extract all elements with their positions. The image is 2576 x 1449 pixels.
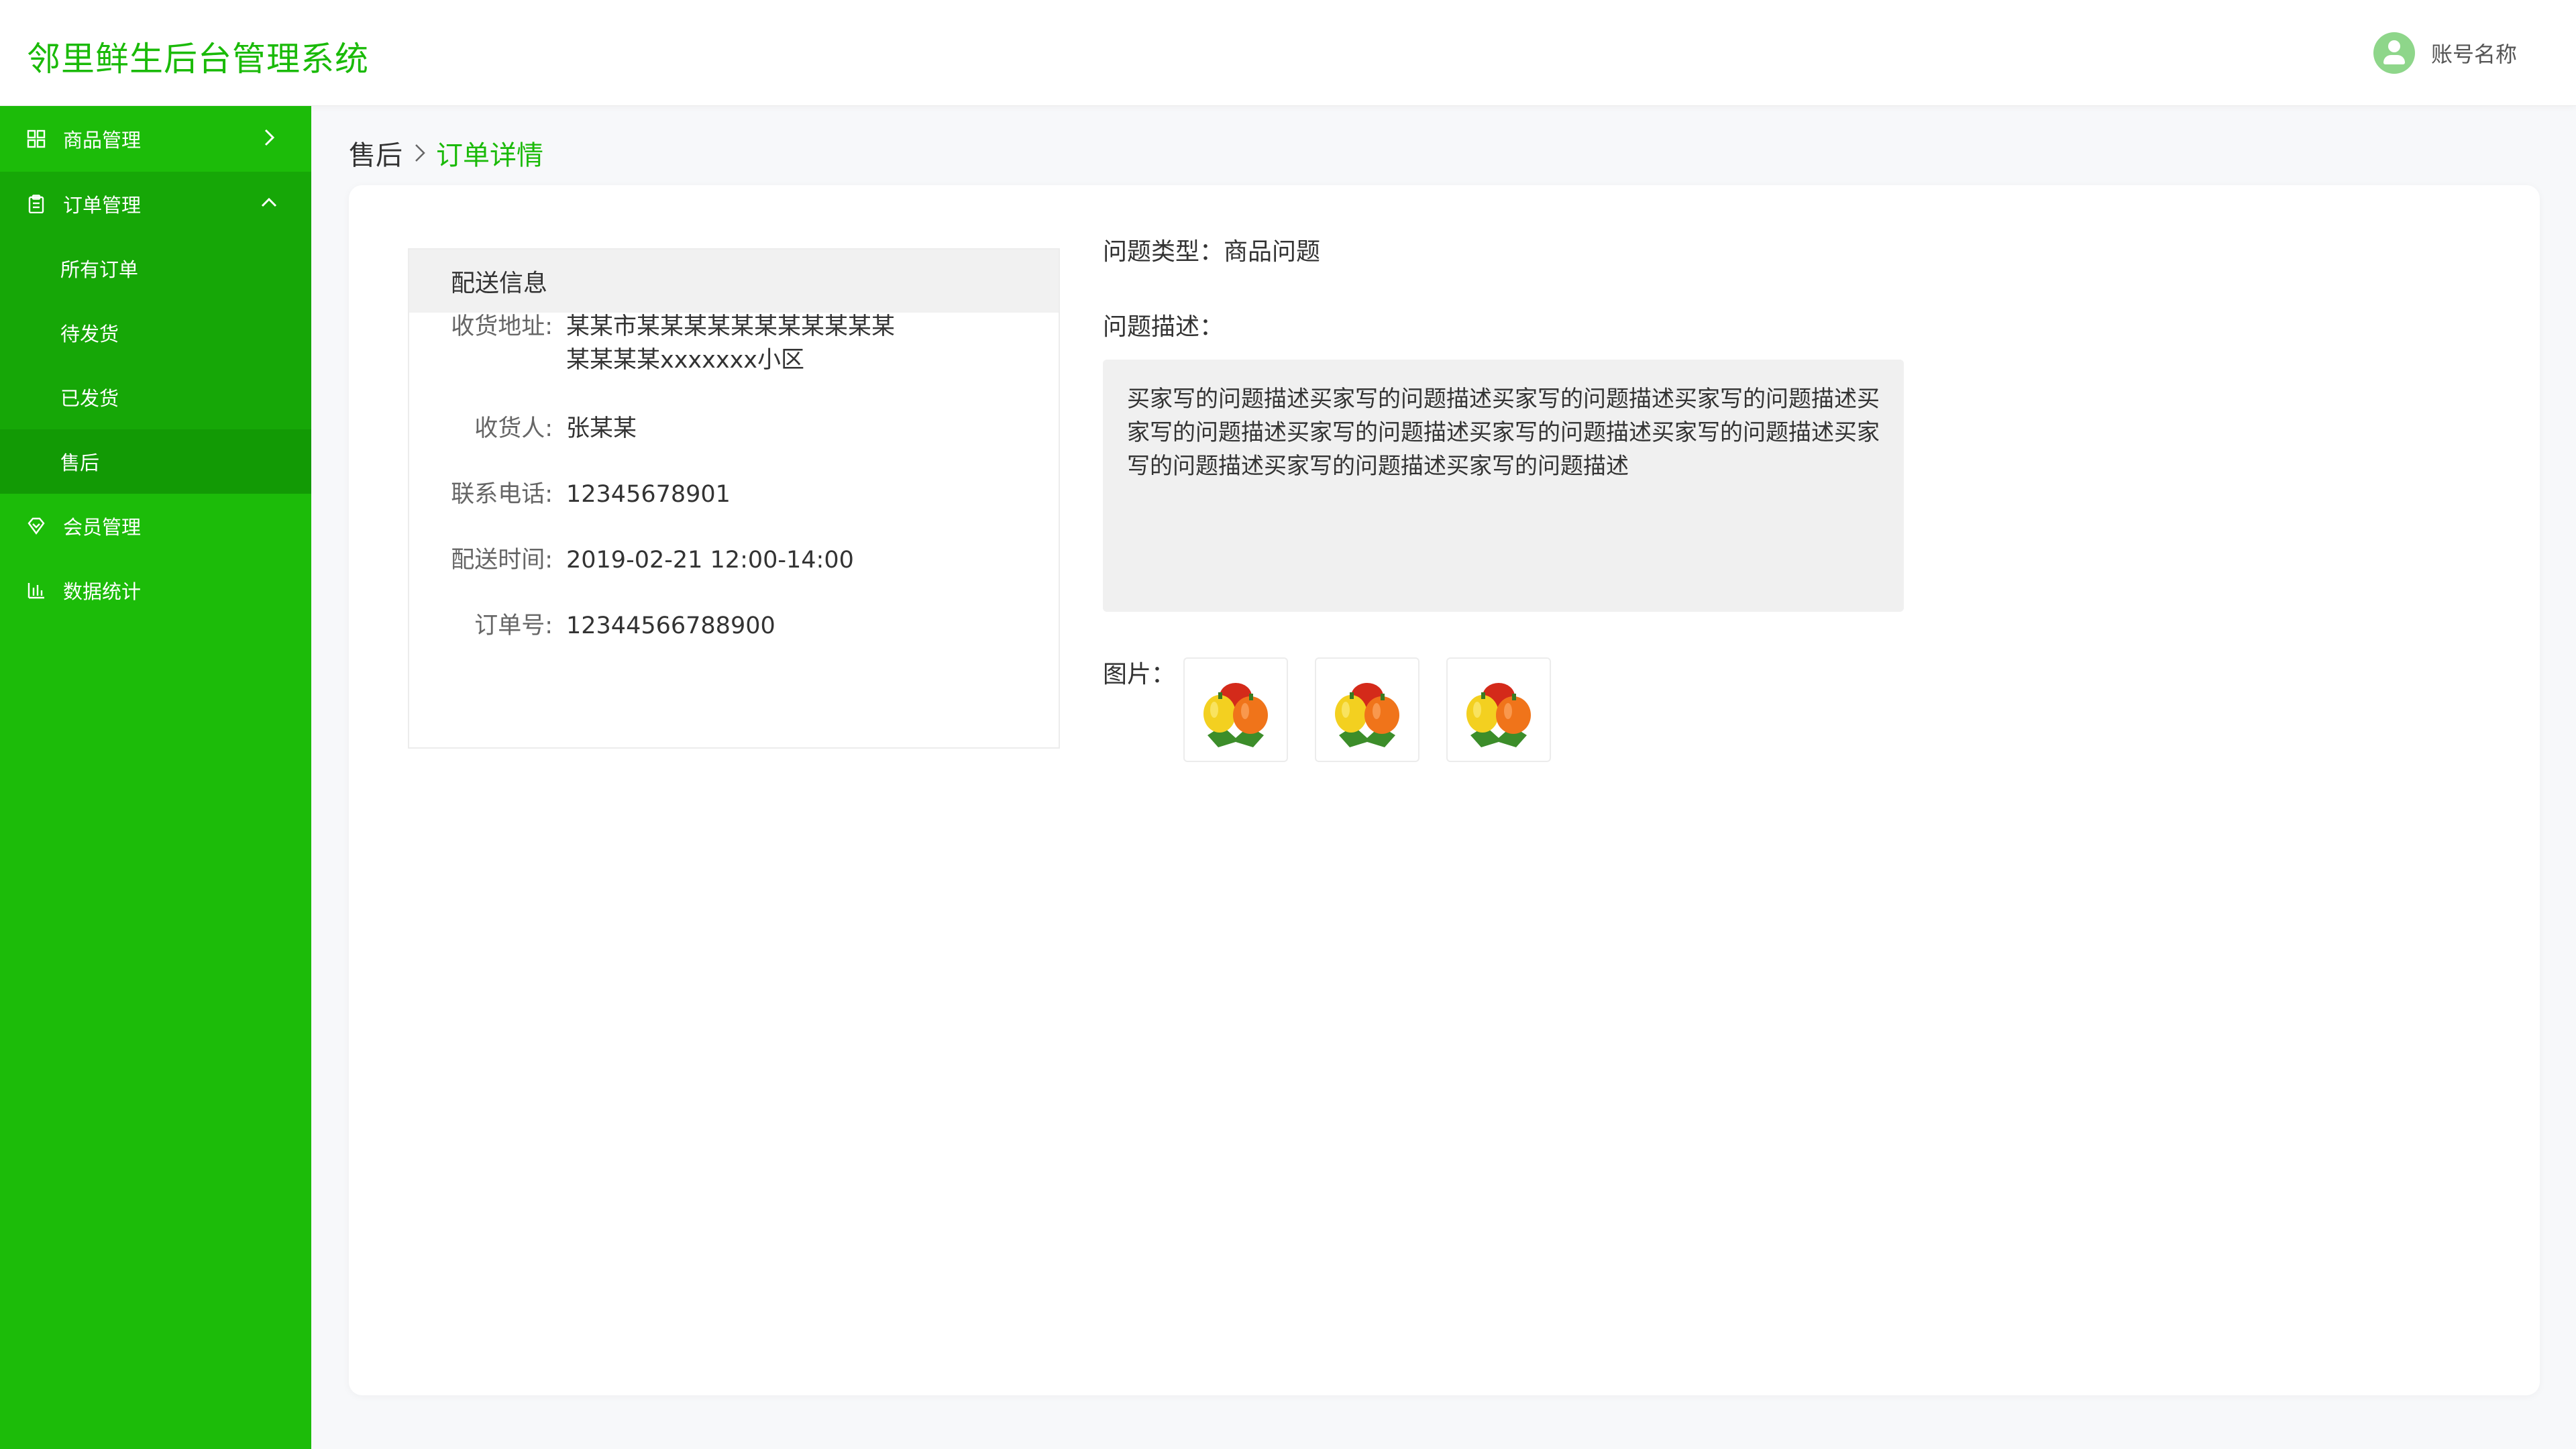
chevron-right-icon bbox=[259, 127, 279, 148]
sidebar-item-members[interactable]: 会员管理 bbox=[0, 494, 311, 558]
breadcrumb-parent[interactable]: 售后 bbox=[349, 133, 402, 172]
account-name[interactable]: 账号名称 bbox=[2431, 38, 2517, 68]
address-label: 收货地址: bbox=[451, 313, 553, 340]
sidebar-item-shipped[interactable]: 已发货 bbox=[0, 365, 311, 429]
bell-pepper-icon bbox=[1466, 683, 1531, 747]
top-header: 邻里鲜生后台管理系统 账号名称 bbox=[0, 0, 2576, 106]
problem-description-label: 问题描述： bbox=[1103, 313, 1224, 341]
sidebar-item-label: 待发货 bbox=[60, 323, 119, 345]
sidebar-item-label: 商品管理 bbox=[63, 129, 142, 152]
recipient-row: 收货人: 张某某 bbox=[409, 412, 902, 445]
sidebar: 商品管理 订单管理 所有订单 待发货 已发货 售后 会员管理 数据统计 bbox=[0, 106, 311, 1449]
order-number-value: 12344566788900 bbox=[566, 612, 775, 639]
sidebar-item-label: 售后 bbox=[60, 451, 100, 474]
sidebar-item-label: 已发货 bbox=[60, 387, 119, 410]
images-label: 图片： bbox=[1103, 661, 1176, 688]
delivery-time-row: 配送时间: 2019-02-21 12:00-14:00 bbox=[409, 543, 902, 577]
problem-image-thumbnail[interactable] bbox=[1315, 657, 1419, 762]
app-title: 邻里鲜生后台管理系统 bbox=[27, 40, 369, 78]
order-number-row: 订单号: 12344566788900 bbox=[409, 609, 902, 643]
bar-chart-icon bbox=[27, 581, 46, 600]
sidebar-item-products[interactable]: 商品管理 bbox=[0, 106, 311, 172]
delivery-info-title: 配送信息 bbox=[409, 250, 1059, 313]
order-number-label: 订单号: bbox=[474, 612, 553, 639]
problem-type: 问题类型：商品问题 bbox=[1103, 238, 1321, 266]
chevron-right-icon bbox=[409, 140, 429, 166]
problem-image-thumbnail[interactable] bbox=[1446, 657, 1551, 762]
account-menu[interactable]: 账号名称 bbox=[2373, 30, 2517, 76]
order-detail-card: 配送信息 收货地址: 某某市某某某某某某某某某某某某某某某xxxxxxx小区 收… bbox=[349, 185, 2540, 1395]
grid-icon bbox=[27, 129, 46, 148]
sidebar-item-orders[interactable]: 订单管理 bbox=[0, 172, 311, 236]
delivery-time-value: 2019-02-21 12:00-14:00 bbox=[566, 547, 854, 574]
sidebar-item-label: 数据统计 bbox=[63, 580, 142, 603]
problem-image-thumbnail[interactable] bbox=[1183, 657, 1288, 762]
delivery-info-panel: 配送信息 收货地址: 某某市某某某某某某某某某某某某某某某xxxxxxx小区 收… bbox=[408, 248, 1060, 749]
phone-row: 联系电话: 12345678901 bbox=[409, 478, 902, 511]
problem-description-box: 买家写的问题描述买家写的问题描述买家写的问题描述买家写的问题描述买家写的问题描述… bbox=[1103, 360, 1904, 612]
sidebar-item-label: 会员管理 bbox=[63, 516, 142, 539]
sidebar-item-statistics[interactable]: 数据统计 bbox=[0, 558, 311, 623]
bell-pepper-icon bbox=[1203, 683, 1268, 747]
orders-submenu: 所有订单 待发货 已发货 售后 bbox=[0, 236, 311, 494]
recipient-value: 张某某 bbox=[566, 415, 637, 442]
clipboard-icon bbox=[27, 195, 46, 213]
chevron-up-icon bbox=[259, 193, 279, 213]
breadcrumb-current: 订单详情 bbox=[436, 140, 543, 171]
sidebar-item-pending-shipment[interactable]: 待发货 bbox=[0, 301, 311, 365]
bell-pepper-icon bbox=[1335, 683, 1399, 747]
address-row: 收货地址: 某某市某某某某某某某某某某某某某某某xxxxxxx小区 bbox=[409, 310, 902, 377]
sidebar-item-after-sales[interactable]: 售后 bbox=[0, 429, 311, 494]
sidebar-item-all-orders[interactable]: 所有订单 bbox=[0, 236, 311, 301]
avatar-icon[interactable] bbox=[2373, 32, 2415, 74]
diamond-icon bbox=[27, 517, 46, 535]
breadcrumb: 售后 订单详情 bbox=[349, 133, 543, 173]
delivery-time-label: 配送时间: bbox=[451, 547, 553, 574]
address-value: 某某市某某某某某某某某某某某某某某某xxxxxxx小区 bbox=[566, 313, 896, 374]
phone-value: 12345678901 bbox=[566, 481, 731, 508]
sidebar-item-label: 所有订单 bbox=[60, 258, 139, 281]
recipient-label: 收货人: bbox=[474, 415, 553, 442]
sidebar-item-label: 订单管理 bbox=[63, 194, 142, 217]
phone-label: 联系电话: bbox=[451, 481, 553, 508]
